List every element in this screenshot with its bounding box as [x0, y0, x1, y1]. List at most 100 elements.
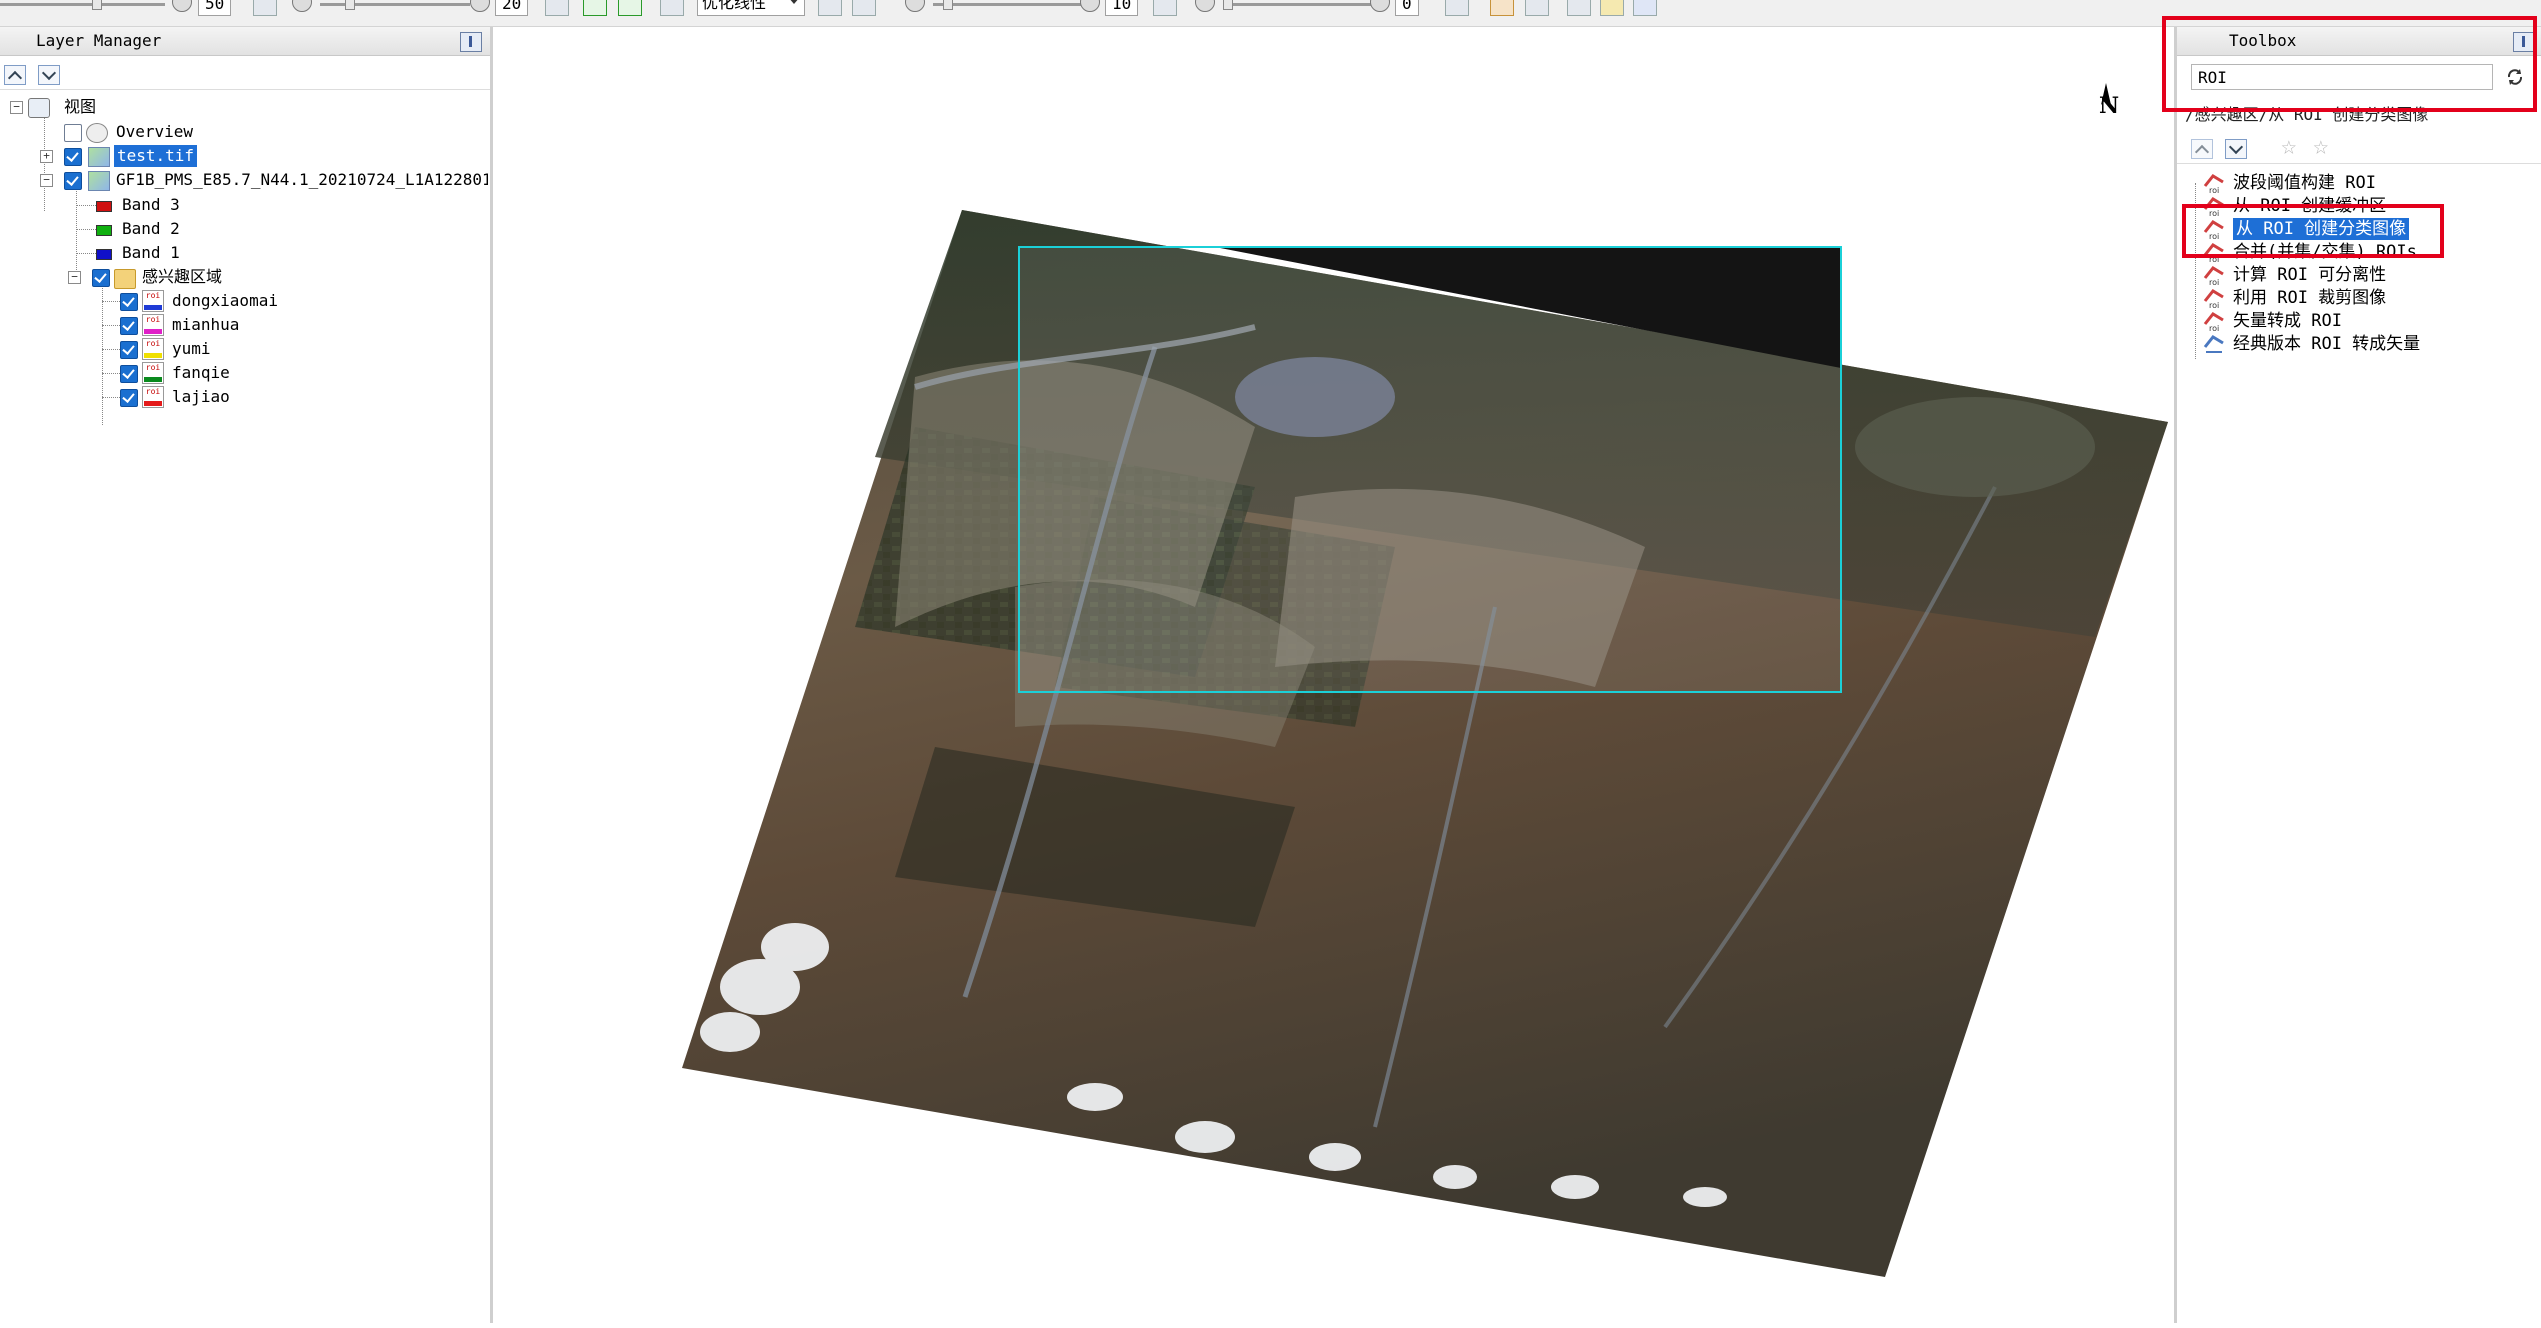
tool-roi-separability[interactable]: roi 计算 ROI 可分离性: [2177, 264, 2537, 287]
full-extent-icon[interactable]: [583, 0, 607, 16]
roi-tool-icon: roi: [2203, 195, 2225, 218]
pan-icon[interactable]: [1490, 0, 1514, 16]
transparency-value[interactable]: 0: [1395, 0, 1419, 16]
reset-sharpen-icon[interactable]: [1153, 0, 1177, 16]
layer-icon[interactable]: [1525, 0, 1549, 16]
roi-checkbox[interactable]: [120, 365, 138, 383]
tree-item-band-1[interactable]: Band 1: [0, 242, 480, 264]
tree-item-roi-fanqie[interactable]: roi fanqie: [0, 362, 480, 384]
tool-label: 波段阈值构建 ROI: [2233, 173, 2376, 193]
expand-all-icon[interactable]: [2225, 139, 2247, 159]
north-label: N: [2099, 93, 2120, 119]
roi-tool-icon: roi: [2203, 310, 2225, 333]
satellite-image-canvas[interactable]: [495, 27, 2173, 1323]
contrast-slider[interactable]: 20: [290, 0, 530, 24]
roi-group-label: 感兴趣区域: [142, 267, 223, 286]
roi-checkbox[interactable]: [120, 317, 138, 335]
sharpen-slider[interactable]: 10: [905, 0, 1139, 24]
transparency-high-icon: [1370, 0, 1390, 12]
sharpen-value[interactable]: 10: [1105, 0, 1139, 16]
tool-roi-buffer[interactable]: roi 从 ROI 创建缓冲区: [2177, 195, 2537, 218]
tree-item-roi-lajiao[interactable]: roi lajiao: [0, 386, 480, 408]
pin-icon[interactable]: [2513, 32, 2535, 52]
move-down-icon[interactable]: [38, 65, 60, 85]
tree-item-roi-yumi[interactable]: roi yumi: [0, 338, 480, 360]
overview-label: Overview: [116, 122, 194, 141]
pin-icon[interactable]: [460, 32, 482, 52]
view-single-icon[interactable]: [1567, 0, 1591, 16]
roi-icon: roi: [142, 386, 164, 408]
collapse-icon[interactable]: −: [10, 101, 23, 114]
tree-item-roi-dongxiaomai[interactable]: roi dongxiaomai: [0, 290, 480, 312]
tool-label-selected: 从 ROI 创建分类图像: [2233, 218, 2410, 240]
raster-icon: [88, 171, 110, 191]
favorite-icon[interactable]: ☆: [2281, 131, 2297, 161]
tree-item-band-2[interactable]: Band 2: [0, 218, 480, 240]
reset-stretch-icon[interactable]: [818, 0, 842, 16]
test-tif-extent: [1018, 246, 1842, 693]
transparency-icon: [1195, 0, 1215, 12]
tree-root[interactable]: − 视图: [0, 96, 480, 118]
gf1b-checkbox[interactable]: [64, 172, 82, 190]
roi-group-checkbox[interactable]: [92, 269, 110, 287]
roi-checkbox[interactable]: [120, 341, 138, 359]
tree-item-gf1b[interactable]: − GF1B_PMS_E85.7_N44.1_20210724_L1A12280…: [0, 169, 488, 191]
favorite-add-icon[interactable]: ☆: [2313, 131, 2329, 161]
expand-icon[interactable]: +: [40, 150, 53, 163]
tool-merge-rois[interactable]: roi 合并(并集/交集) ROIs: [2177, 241, 2537, 264]
folder-icon: [114, 269, 136, 289]
stretch-combo[interactable]: 优化线性: [697, 0, 805, 16]
roi-tool-icon: roi: [2203, 287, 2225, 310]
map-view[interactable]: N: [495, 27, 2173, 1323]
move-up-icon[interactable]: [4, 65, 26, 85]
svg-text:roi: roi: [2209, 278, 2219, 286]
contrast-value[interactable]: 20: [495, 0, 529, 16]
tree-item-roi-group[interactable]: − 感兴趣区域: [0, 266, 480, 289]
tool-label: 合并(并集/交集) ROIs: [2233, 242, 2417, 262]
sharpen-icon: [905, 0, 925, 12]
collapse-icon[interactable]: −: [40, 174, 53, 187]
svg-text:roi: roi: [2209, 186, 2219, 194]
roi-checkbox[interactable]: [120, 293, 138, 311]
tree-item-roi-mianhua[interactable]: roi mianhua: [0, 314, 480, 336]
tool-roi-classification-image[interactable]: roi 从 ROI 创建分类图像: [2177, 218, 2537, 241]
test-tif-checkbox[interactable]: [64, 148, 82, 166]
reset-transparency-icon[interactable]: [1445, 0, 1469, 16]
roi-label: lajiao: [172, 387, 230, 406]
view-split-icon[interactable]: [1600, 0, 1624, 16]
collapse-icon[interactable]: −: [68, 271, 81, 284]
tool-band-threshold-roi[interactable]: roi 波段阈值构建 ROI: [2177, 172, 2537, 195]
toolbox-search-input[interactable]: ROI: [2191, 64, 2493, 90]
tool-classic-roi-to-vector[interactable]: 经典版本 ROI 转成矢量: [2177, 333, 2537, 355]
toolbox-titlebar: Toolbox: [2177, 27, 2541, 56]
tree-item-test-tif[interactable]: + test.tif: [0, 145, 480, 167]
refresh-icon[interactable]: [2505, 67, 2525, 87]
tool-label: 利用 ROI 裁剪图像: [2233, 288, 2387, 308]
view-grid-icon[interactable]: [1633, 0, 1657, 16]
brightness-value[interactable]: 50: [198, 0, 232, 16]
collapse-all-icon[interactable]: [2191, 139, 2213, 159]
tool-label: 矢量转成 ROI: [2233, 311, 2342, 331]
toolbox-search-value: ROI: [2198, 68, 2227, 87]
test-tif-label: test.tif: [114, 145, 198, 167]
band-label: Band 2: [122, 219, 180, 238]
reset-contrast-icon[interactable]: [545, 0, 569, 16]
reset-brightness-icon[interactable]: [253, 0, 277, 16]
toolbox-panel: Toolbox ROI /感兴趣区/从 ROI 创建分类图像 ☆ ☆ roi 波…: [2174, 27, 2541, 1323]
tree-item-band-3[interactable]: Band 3: [0, 194, 480, 216]
tool-vector-to-roi[interactable]: roi 矢量转成 ROI: [2177, 310, 2537, 333]
roi-label: mianhua: [172, 315, 240, 334]
roi-tool-icon: roi: [2203, 264, 2225, 287]
brightness-slider[interactable]: 50: [0, 0, 232, 24]
view-icon: [28, 98, 50, 118]
vector-tool-icon: [2203, 333, 2225, 355]
tree-item-overview[interactable]: Overview: [0, 121, 480, 143]
roi-checkbox[interactable]: [120, 389, 138, 407]
histogram-icon[interactable]: [852, 0, 876, 16]
overview-checkbox[interactable]: [64, 124, 82, 142]
tool-label: 经典版本 ROI 转成矢量: [2233, 334, 2421, 354]
transparency-slider[interactable]: 0: [1195, 0, 1425, 24]
tool-roi-subset-image[interactable]: roi 利用 ROI 裁剪图像: [2177, 287, 2537, 310]
stretch-refresh-icon[interactable]: [618, 0, 642, 16]
roi-tool-icon: roi: [2203, 218, 2225, 241]
